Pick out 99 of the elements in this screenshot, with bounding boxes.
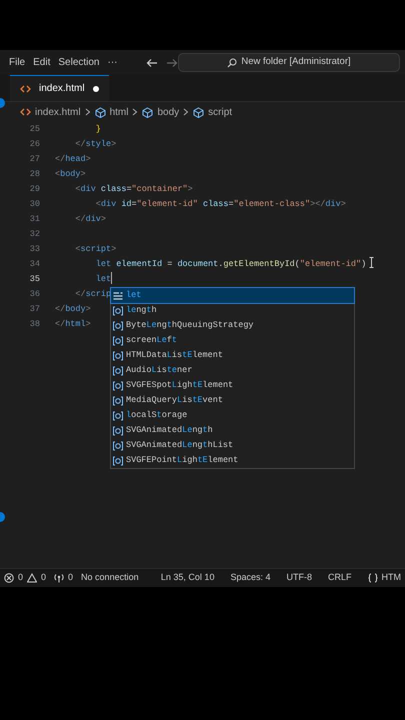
- variable-icon: [113, 426, 123, 436]
- suggestion-label: SVGFEPoint LightElement: [126, 454, 238, 467]
- suggestion-item[interactable]: MediaQueryListEvent: [111, 393, 354, 408]
- suggestion-item[interactable]: let: [111, 288, 354, 303]
- variable-icon: [113, 320, 123, 330]
- suggestion-label: localStorage: [126, 409, 188, 422]
- suggestion-label: ByteLengthQueuingStrategy: [126, 319, 254, 332]
- breadcrumb-item[interactable]: html: [110, 104, 128, 120]
- code-line: </body>: [54, 303, 91, 316]
- suggestion-label: HTMLDataListElement: [126, 349, 223, 362]
- line-number: 36: [28, 288, 40, 301]
- breadcrumb-item[interactable]: script: [208, 104, 232, 120]
- braces-icon: [368, 573, 378, 583]
- suggestion-label: SVGFESpotLightElement: [126, 379, 234, 392]
- back-arrow-icon[interactable]: [146, 58, 158, 68]
- line-number: 30: [28, 198, 40, 211]
- line-number: 29: [28, 183, 40, 196]
- problems-indicator[interactable]: 0 0: [4, 571, 46, 585]
- editor-tab[interactable]: index.html: [10, 75, 109, 101]
- variable-icon: [113, 456, 123, 466]
- variable-icon: [113, 306, 123, 316]
- line-number: 37: [28, 303, 40, 316]
- breadcrumb-item[interactable]: index.html: [35, 104, 81, 120]
- antenna-icon: [54, 573, 64, 583]
- search-icon: [227, 58, 238, 68]
- code-line: <script>: [74, 243, 116, 256]
- chevron-icon: [183, 107, 190, 117]
- menu-item[interactable]: Selection: [54, 55, 104, 70]
- suggestion-label: SVGAnimatedLengthList: [126, 439, 234, 452]
- html-file-icon: [20, 84, 31, 94]
- suggestion-item[interactable]: SVGFEPoint LightElement: [111, 453, 354, 468]
- variable-icon: [113, 380, 123, 390]
- line-number: 31: [28, 213, 40, 226]
- suggestion-label: let: [126, 289, 142, 302]
- suggestion-item[interactable]: SVGAnimatedLengthList: [111, 438, 354, 453]
- menu-item[interactable]: ···: [104, 55, 122, 70]
- error-icon: [4, 573, 14, 583]
- suggestion-item[interactable]: localStorage: [111, 408, 354, 423]
- text-caret: [111, 272, 112, 284]
- keyword-icon: [113, 290, 123, 300]
- suggestion-label: length: [126, 304, 157, 317]
- variable-icon: [113, 336, 123, 346]
- tab-label: index.html: [39, 82, 85, 96]
- chevron-icon: [84, 107, 91, 117]
- variable-icon: [113, 350, 123, 360]
- cube-icon: [142, 106, 154, 118]
- forward-arrow-icon[interactable]: [166, 58, 178, 68]
- line-number: 28: [28, 168, 40, 181]
- line-number: 27: [28, 153, 40, 166]
- text-cursor-icon: [369, 257, 374, 268]
- suggestion-label: MediaQueryListEvent: [126, 394, 223, 407]
- suggestion-item[interactable]: AudioListener: [111, 363, 354, 378]
- code-line: let elementId = document.getElementById("element-id"): [94, 258, 366, 271]
- code-line: </head>: [54, 153, 91, 166]
- suggestion-item[interactable]: screenLeft: [111, 333, 354, 348]
- code-line: </html>: [54, 318, 91, 331]
- ports-indicator[interactable]: 0: [54, 571, 74, 585]
- code-line: let: [94, 273, 112, 286]
- cube-icon: [94, 106, 106, 118]
- line-number: 34: [28, 258, 40, 271]
- variable-icon: [113, 410, 123, 420]
- connection-status[interactable]: No connection: [81, 571, 139, 585]
- menu-item[interactable]: File: [5, 55, 30, 70]
- code-line: }: [94, 123, 101, 136]
- code-line: </scrip: [74, 288, 112, 301]
- variable-icon: [113, 396, 123, 406]
- code-line: </style>: [74, 138, 116, 151]
- line-number: 32: [28, 228, 40, 241]
- suggestion-item[interactable]: HTMLDataListElement: [111, 348, 354, 363]
- suggestion-item[interactable]: SVGAnimatedLength: [111, 423, 354, 438]
- code-line: <body>: [54, 168, 86, 181]
- line-number: 35: [28, 273, 40, 286]
- suggestion-item[interactable]: length: [111, 303, 354, 318]
- variable-icon: [113, 440, 123, 450]
- cube-icon: [193, 106, 204, 118]
- html-file-icon: [20, 107, 31, 117]
- line-number: 33: [28, 243, 40, 256]
- variable-icon: [113, 366, 123, 376]
- line-number: 26: [28, 138, 40, 151]
- chevron-icon: [132, 107, 138, 117]
- language-mode[interactable]: HTM: [368, 571, 401, 585]
- line-ending-setting[interactable]: CRLF: [328, 571, 352, 585]
- line-number: 25: [28, 123, 40, 136]
- code-line: <div id="element-id" class="element-class"></div>: [94, 198, 346, 211]
- suggestion-label: SVGAnimatedLength: [126, 424, 213, 437]
- breadcrumb-item[interactable]: body: [157, 104, 180, 120]
- menu-item[interactable]: Edit: [29, 55, 54, 70]
- suggestion-item[interactable]: SVGFESpotLightElement: [111, 378, 354, 393]
- suggestion-label: AudioListener: [126, 364, 192, 377]
- code-line: </div>: [74, 213, 106, 226]
- search-field[interactable]: New folder [Administrator]: [178, 53, 400, 72]
- cursor-position[interactable]: Ln 35, Col 10: [160, 571, 214, 585]
- warning-icon: [27, 573, 38, 583]
- encoding-setting[interactable]: UTF-8: [286, 571, 312, 585]
- line-number: 38: [28, 318, 40, 331]
- suggestion-label: screenLeft: [126, 334, 178, 347]
- suggestion-item[interactable]: ByteLengthQueuingStrategy: [111, 318, 354, 333]
- code-line: <div class="container">: [74, 183, 193, 196]
- indentation-setting[interactable]: Spaces: 4: [230, 571, 270, 585]
